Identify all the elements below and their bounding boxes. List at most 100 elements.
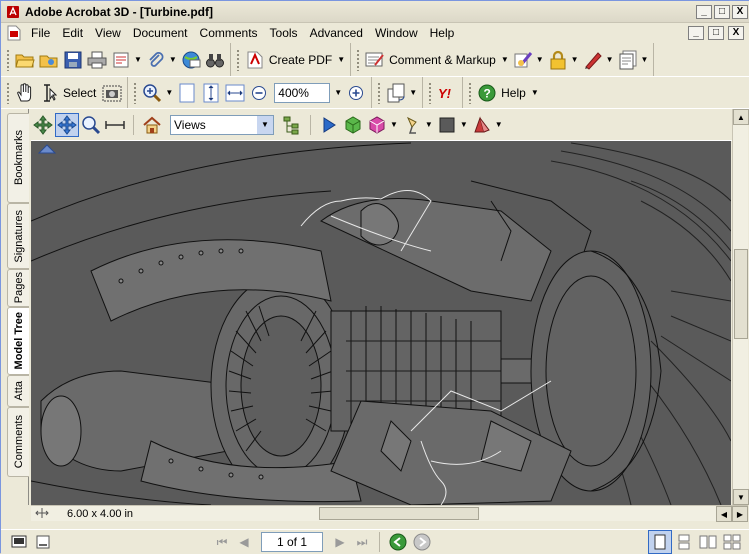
home-view-icon[interactable] <box>140 113 164 137</box>
forms-stack-icon[interactable] <box>616 48 640 72</box>
menu-advanced[interactable]: Advanced <box>304 23 369 43</box>
comment-markup-icon[interactable] <box>363 48 387 72</box>
horizontal-scrollbar[interactable]: 6.00 x 4.00 in ◀ ▶ <box>31 505 748 522</box>
create-pdf-dropdown-icon[interactable]: ▼ <box>337 55 345 64</box>
zoom-tool-dropdown-icon[interactable]: ▼ <box>165 88 173 97</box>
forms-dropdown-icon[interactable]: ▼ <box>641 55 649 64</box>
lighting-lamp-icon[interactable] <box>400 113 424 137</box>
rotate-dropdown-icon[interactable]: ▼ <box>409 88 417 97</box>
menu-document[interactable]: Document <box>127 23 194 43</box>
lighting-dropdown-icon[interactable]: ▼ <box>425 120 433 129</box>
help-button[interactable]: Help <box>501 86 526 100</box>
cross-section-icon[interactable] <box>470 113 494 137</box>
close-button[interactable]: X <box>732 4 748 19</box>
previous-view-icon[interactable] <box>386 530 410 554</box>
menu-comments[interactable]: Comments <box>194 23 264 43</box>
previous-page-button[interactable]: ◀ <box>233 532 255 552</box>
secure-dropdown-icon[interactable]: ▼ <box>571 55 579 64</box>
hand-tool-icon[interactable] <box>13 81 37 105</box>
rotate-3d-icon[interactable] <box>31 113 55 137</box>
email-globe-icon[interactable] <box>179 48 203 72</box>
background-color-swatch-icon[interactable] <box>435 113 459 137</box>
zoom-out-icon[interactable] <box>247 81 271 105</box>
document-icon[interactable] <box>7 25 23 41</box>
sign-dropdown-icon[interactable]: ▼ <box>536 55 544 64</box>
menu-view[interactable]: View <box>89 23 127 43</box>
play-animation-icon[interactable] <box>317 113 341 137</box>
help-dropdown-icon[interactable]: ▼ <box>531 88 539 97</box>
toolbar-grip[interactable] <box>133 81 138 104</box>
render-mode-cube-icon[interactable] <box>365 113 389 137</box>
facing-layout-icon[interactable] <box>696 530 720 554</box>
toolbar-grip[interactable] <box>6 81 10 104</box>
last-page-button[interactable]: ⏭ <box>351 532 373 552</box>
attach-paperclip-icon[interactable] <box>144 48 168 72</box>
tab-comments[interactable]: Comments <box>7 407 29 477</box>
toolbar-grip[interactable] <box>356 48 361 71</box>
select-tool-button[interactable]: Select <box>63 86 96 100</box>
next-page-button[interactable]: ▶ <box>329 532 351 552</box>
projection-cube-icon[interactable] <box>341 113 365 137</box>
create-pdf-icon[interactable] <box>243 48 267 72</box>
menu-help[interactable]: Help <box>424 23 461 43</box>
doc-close-button[interactable]: X <box>728 26 744 40</box>
single-page-layout-icon[interactable] <box>648 530 672 554</box>
advanced-editing-dropdown-icon[interactable]: ▼ <box>606 55 614 64</box>
snapshot-camera-icon[interactable] <box>100 81 124 105</box>
toolbar-grip[interactable] <box>377 81 382 104</box>
select-cursor-icon[interactable] <box>37 81 61 105</box>
help-question-icon[interactable]: ? <box>475 81 499 105</box>
toolbar-grip[interactable] <box>6 48 10 71</box>
page-number-field[interactable]: 1 of 1 <box>261 532 323 552</box>
attach-dropdown-icon[interactable]: ▼ <box>169 55 177 64</box>
toolbar-grip[interactable] <box>468 81 473 104</box>
fit-page-icon[interactable] <box>199 81 223 105</box>
create-pdf-button[interactable]: Create PDF <box>269 53 332 67</box>
zoom-level-field[interactable]: 400% <box>274 82 331 103</box>
scroll-right-button[interactable]: ▶ <box>732 506 748 522</box>
scroll-left-button[interactable]: ◀ <box>716 506 732 522</box>
sign-pen-icon[interactable] <box>511 48 535 72</box>
next-view-icon[interactable] <box>410 530 434 554</box>
menu-file[interactable]: File <box>25 23 56 43</box>
chevron-down-icon[interactable]: ▼ <box>257 115 273 134</box>
menu-edit[interactable]: Edit <box>56 23 89 43</box>
continuous-layout-icon[interactable] <box>672 530 696 554</box>
print-icon[interactable] <box>85 48 109 72</box>
minimize-button[interactable]: _ <box>696 4 712 19</box>
zoom-in-icon[interactable] <box>344 81 368 105</box>
background-color-dropdown-icon[interactable]: ▼ <box>460 120 468 129</box>
doc-restore-button[interactable]: □ <box>708 26 724 40</box>
layout-single-page-icon[interactable] <box>7 530 31 554</box>
walk-3d-icon[interactable] <box>103 113 127 137</box>
tab-bookmarks[interactable]: Bookmarks <box>7 113 29 203</box>
fit-width-icon[interactable] <box>223 81 247 105</box>
search-binoculars-icon[interactable] <box>203 48 227 72</box>
comment-markup-dropdown-icon[interactable]: ▼ <box>501 55 509 64</box>
comment-markup-button[interactable]: Comment & Markup <box>389 53 496 67</box>
toolbar-grip[interactable] <box>428 81 433 104</box>
open-folder-icon[interactable] <box>13 48 37 72</box>
yahoo-search-icon[interactable]: Y! <box>435 81 459 105</box>
model-tree-toggle-icon[interactable] <box>280 113 304 137</box>
cross-section-dropdown-icon[interactable]: ▼ <box>495 120 503 129</box>
horizontal-scroll-thumb[interactable] <box>319 507 479 520</box>
zoom-in-magnifier-icon[interactable] <box>140 81 164 105</box>
scroll-up-button[interactable]: ▲ <box>733 109 749 125</box>
views-dropdown[interactable]: Views ▼ <box>170 114 274 135</box>
first-page-button[interactable]: ⏮ <box>211 532 233 552</box>
menu-tools[interactable]: Tools <box>264 23 304 43</box>
3d-model-canvas[interactable] <box>31 141 731 505</box>
vertical-scrollbar[interactable]: ▲ ▼ <box>732 109 749 505</box>
vertical-scroll-thumb[interactable] <box>734 249 748 339</box>
page-setup-icon[interactable] <box>109 48 133 72</box>
render-mode-dropdown-icon[interactable]: ▼ <box>390 120 398 129</box>
toolbar-grip[interactable] <box>235 48 240 71</box>
actual-size-page-icon[interactable] <box>175 81 199 105</box>
zoom-3d-icon[interactable] <box>79 113 103 137</box>
page-size-resize-icon[interactable] <box>35 507 49 522</box>
tab-pages[interactable]: Pages <box>7 269 29 307</box>
tab-attachments[interactable]: Atta <box>7 375 29 407</box>
acrobat-app-icon[interactable] <box>5 4 21 20</box>
secure-lock-icon[interactable] <box>546 48 570 72</box>
